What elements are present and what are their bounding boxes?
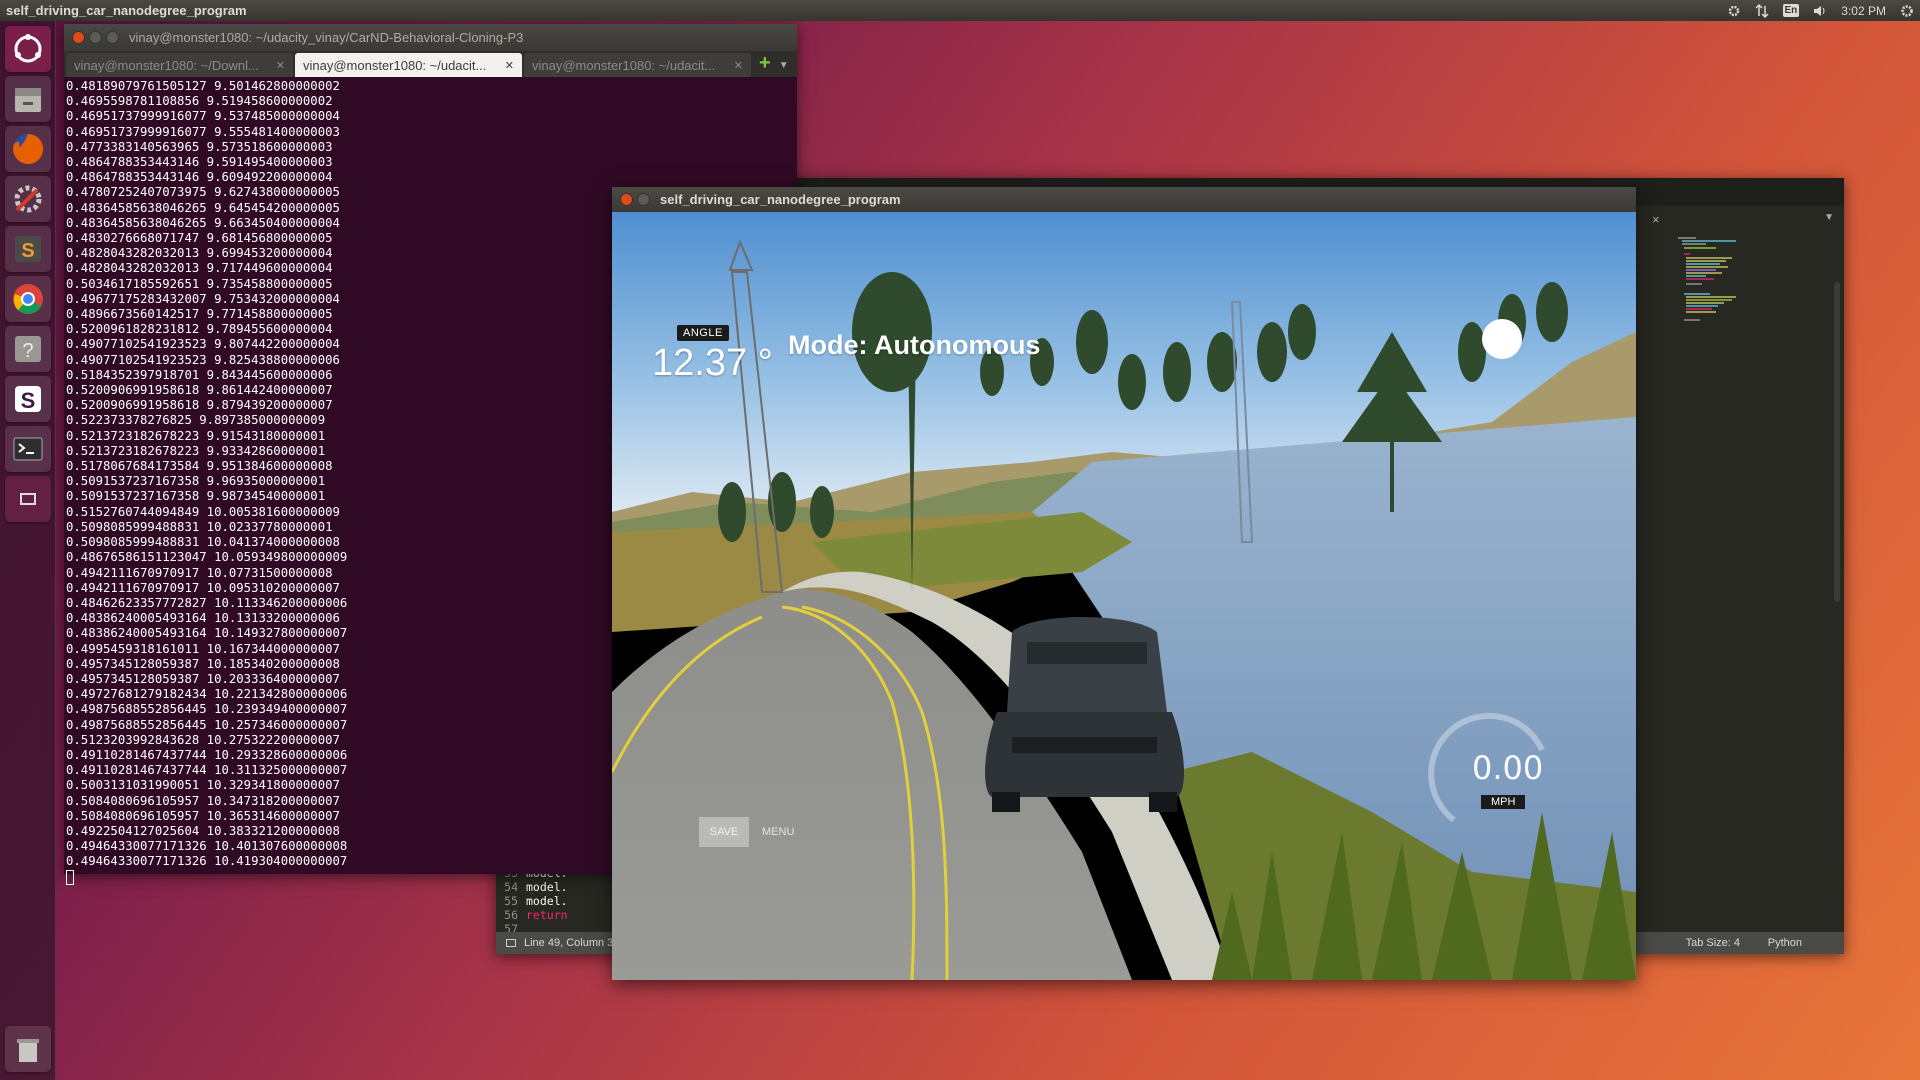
volume-icon[interactable]: [1813, 4, 1827, 18]
network-icon[interactable]: [1754, 3, 1769, 18]
terminal-line: 0.4695598781108856 9.519458600000002: [66, 94, 333, 109]
simulator-viewport[interactable]: ANGLE 12.37 ° Mode: Autonomous 0.00 MPH …: [612, 212, 1636, 980]
window-icon[interactable]: [5, 476, 51, 522]
driving-mode-text: Mode: Autonomous: [788, 330, 1041, 360]
tab-label: vinay@monster1080: ~/Downl...: [74, 57, 259, 73]
tab-close-icon[interactable]: ✕: [276, 59, 285, 72]
help-icon[interactable]: ?: [5, 326, 51, 372]
terminal-title: vinay@monster1080: ~/udacity_vinay/CarND…: [129, 30, 524, 45]
dash-icon[interactable]: [5, 26, 51, 72]
firefox-icon[interactable]: [5, 126, 51, 172]
angle-label: ANGLE: [677, 325, 729, 341]
svg-text:S: S: [21, 240, 34, 262]
cursor-position: Line 49, Column 3: [524, 937, 614, 949]
code-line: 55 model.: [496, 894, 626, 908]
tab-close-icon[interactable]: ✕: [734, 59, 743, 72]
simulator-window[interactable]: self_driving_car_nanodegree_program ANGL…: [612, 187, 1636, 980]
active-window-title: self_driving_car_nanodegree_program: [6, 3, 247, 18]
power-gear-icon[interactable]: [1900, 4, 1914, 18]
simulator-minimize-button[interactable]: [637, 193, 650, 206]
speed-unit: MPH: [1481, 795, 1526, 809]
keyboard-lang-icon[interactable]: En: [1782, 4, 1800, 17]
launcher: S ? S: [0, 21, 56, 1080]
tab-close-icon[interactable]: ✕: [505, 59, 514, 72]
code-line: 56 return: [496, 908, 626, 922]
terminal-line: 0.4864788353443146 9.609492200000004: [66, 170, 333, 185]
system-tray: En 3:02 PM: [1727, 0, 1914, 21]
top-panel: self_driving_car_nanodegree_program En 3…: [0, 0, 1920, 21]
terminal-line: 0.48189079761505127 9.501462800000002: [66, 79, 340, 93]
terminal-line: 0.4773383140563965 9.573518600000003: [66, 139, 333, 154]
clock[interactable]: 3:02 PM: [1841, 4, 1886, 18]
tab-label: vinay@monster1080: ~/udacit...: [532, 57, 716, 73]
tab-label: vinay@monster1080: ~/udacit...: [303, 57, 487, 73]
line-number: 56: [504, 908, 518, 922]
sublime-text-icon[interactable]: S: [5, 226, 51, 272]
editor-tab-close-icon[interactable]: ×: [1652, 212, 1660, 227]
editor-scrollbar[interactable]: [1834, 282, 1840, 602]
terminal-close-button[interactable]: [72, 31, 85, 44]
tab-size-selector[interactable]: Tab Size: 4: [1686, 937, 1740, 949]
code-text: return: [526, 908, 568, 922]
driving-scene: [612, 212, 1636, 980]
save-button[interactable]: SAVE: [699, 817, 749, 847]
terminal-tab-3[interactable]: vinay@monster1080: ~/udacit... ✕: [524, 53, 751, 77]
panel-toggle-icon[interactable]: [506, 939, 516, 947]
tab-menu-chevron-icon[interactable]: ▼: [779, 60, 789, 71]
terminal-tab-2[interactable]: vinay@monster1080: ~/udacit... ✕: [295, 53, 522, 77]
chrome-icon[interactable]: [5, 276, 51, 322]
terminal-icon[interactable]: [5, 426, 51, 472]
trash-icon[interactable]: [5, 1026, 51, 1072]
simulator-titlebar[interactable]: self_driving_car_nanodegree_program: [612, 187, 1636, 212]
terminal-titlebar[interactable]: vinay@monster1080: ~/udacity_vinay/CarND…: [64, 24, 797, 51]
line-number: 55: [504, 894, 518, 908]
settings-tray-icon[interactable]: [1727, 4, 1741, 18]
slack-icon[interactable]: S: [5, 376, 51, 422]
code-text: model.: [526, 894, 568, 908]
editor-minimap[interactable]: [1676, 234, 1766, 354]
menu-button[interactable]: MENU: [762, 826, 794, 838]
terminal-maximize-button[interactable]: [106, 31, 119, 44]
terminal-minimize-button[interactable]: [89, 31, 102, 44]
svg-text:S: S: [21, 388, 36, 413]
speed-value: 0.00: [1472, 749, 1544, 787]
simulator-close-button[interactable]: [620, 193, 633, 206]
terminal-cursor: [66, 869, 74, 885]
svg-text:?: ?: [22, 340, 33, 362]
new-tab-plus-icon[interactable]: +: [759, 52, 771, 75]
files-icon[interactable]: [5, 76, 51, 122]
settings-icon[interactable]: [5, 176, 51, 222]
terminal-line: 0.46951737999916077 9.555481400000003: [66, 124, 340, 139]
syntax-selector[interactable]: Python: [1768, 937, 1802, 949]
steering-angle-value: 12.37 °: [652, 342, 773, 384]
terminal-line: 0.4864788353443146 9.591495400000003: [66, 155, 333, 170]
simulator-title: self_driving_car_nanodegree_program: [660, 192, 901, 207]
terminal-line: 0.46951737999916077 9.537485000000004: [66, 109, 340, 124]
editor-tab-dropdown-icon[interactable]: ▼: [1824, 212, 1834, 223]
terminal-tab-bar: vinay@monster1080: ~/Downl... ✕ vinay@mon…: [64, 51, 797, 77]
terminal-tab-1[interactable]: vinay@monster1080: ~/Downl... ✕: [66, 53, 293, 77]
